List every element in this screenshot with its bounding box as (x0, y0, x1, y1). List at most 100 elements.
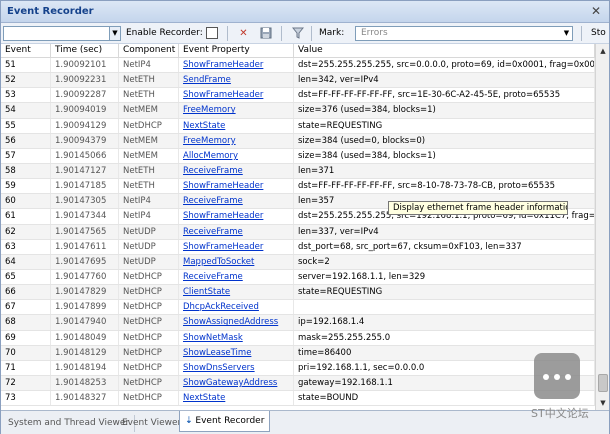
cell-component: NetDHCP (119, 330, 179, 345)
cell-event: 54 (1, 103, 51, 118)
cell-event-property[interactable]: ShowAssignedAddress (179, 315, 294, 330)
enable-recorder-checkbox[interactable] (206, 27, 218, 39)
cell-component: NetETH (119, 88, 179, 103)
table-row[interactable]: 52 1.90092231 NetETH SendFrame len=342, ver=… (1, 73, 595, 89)
save-icon[interactable] (259, 27, 272, 40)
cell-event-property[interactable]: ReceiveFrame (179, 163, 294, 179)
table-row[interactable]: 57 1.90145066 NetMEM AllocMemory size=384 (u… (1, 148, 595, 164)
table-row[interactable]: 58 1.90147127 NetETH ReceiveFrame len=371 (1, 163, 595, 180)
dropdown-arrow-icon[interactable]: ▼ (109, 27, 120, 40)
table-row[interactable]: 68 1.90147940 NetDHCP ShowAssignedAddress ip… (1, 315, 595, 331)
dropdown-arrow-icon[interactable]: ▼ (561, 27, 572, 40)
cell-event-property[interactable]: ShowNetMask (179, 330, 294, 345)
cell-event-property[interactable]: ShowDnsServers (179, 360, 294, 375)
tab-event-recorder[interactable]: ⇣ Event Recorder (179, 411, 271, 432)
table-row[interactable]: 56 1.90094379 NetMEM FreeMemory size=384 (us… (1, 133, 595, 149)
cell-time: 1.90148194 (51, 360, 119, 375)
cell-time: 1.90147185 (51, 179, 119, 194)
clear-icon[interactable]: ✕ (237, 27, 250, 40)
table-row[interactable]: 51 1.90092101 NetIP4 ShowFrameHeader dst=255… (1, 58, 595, 74)
cell-event-property[interactable]: ShowGatewayAddress (179, 375, 294, 391)
toolbar-separator (227, 26, 228, 41)
column-header-time[interactable]: Time (sec) (51, 44, 119, 57)
cell-time: 1.90147127 (51, 163, 119, 179)
cell-event-property[interactable]: ShowFrameHeader (179, 209, 294, 224)
table-row[interactable]: 63 1.90147611 NetUDP ShowFrameHeader dst_por… (1, 239, 595, 255)
tab-event-viewer[interactable]: Event Viewer (117, 415, 188, 432)
recorder-combo[interactable]: ▼ (3, 26, 121, 41)
stop-button[interactable]: Sto (591, 28, 606, 38)
scroll-up-icon[interactable]: ▲ (597, 45, 609, 57)
toolbar: ▼ Enable Recorder: ✕ Mark: Errors ▼ Sto (1, 23, 609, 44)
table-row[interactable]: 59 1.90147185 NetETH ShowFrameHeader dst=FF-… (1, 179, 595, 195)
cell-event-property[interactable]: NextState (179, 118, 294, 133)
cell-event: 66 (1, 285, 51, 300)
table-row[interactable]: 64 1.90147695 NetUDP MappedToSocket sock=2 (1, 254, 595, 270)
cell-event-property[interactable]: ReceiveFrame (179, 224, 294, 239)
cell-component: NetDHCP (119, 269, 179, 285)
column-header-component[interactable]: Component (119, 44, 179, 57)
cell-event-property[interactable]: NextState (179, 391, 294, 406)
cell-event: 51 (1, 58, 51, 73)
cell-event: 65 (1, 269, 51, 285)
cell-event-property[interactable]: AllocMemory (179, 148, 294, 163)
cell-event-property[interactable]: DhcpAckReceived (179, 300, 294, 315)
cell-event: 59 (1, 179, 51, 194)
toolbar-separator (581, 26, 582, 41)
filter-icon[interactable] (291, 27, 304, 40)
cell-time: 1.90147760 (51, 269, 119, 285)
cell-event: 64 (1, 254, 51, 269)
cell-time: 1.90092101 (51, 58, 119, 73)
table-row[interactable]: 53 1.90092287 NetETH ShowFrameHeader dst=FF-… (1, 88, 595, 104)
table-row[interactable]: 54 1.90094019 NetMEM FreeMemory size=376 (us… (1, 103, 595, 119)
cell-value: state=REQUESTING (294, 285, 595, 300)
cell-event-property[interactable]: ShowFrameHeader (179, 88, 294, 103)
cell-event-property[interactable]: ShowFrameHeader (179, 179, 294, 194)
cell-event-property[interactable]: ShowFrameHeader (179, 58, 294, 73)
cell-event: 70 (1, 345, 51, 360)
cell-event-property[interactable]: ShowFrameHeader (179, 239, 294, 254)
cell-event-property[interactable]: FreeMemory (179, 103, 294, 118)
cell-value: dst_port=68, src_port=67, cksum=0xF103, … (294, 239, 595, 254)
close-icon[interactable]: ✕ (591, 4, 601, 18)
cell-event-property[interactable]: ReceiveFrame (179, 194, 294, 209)
tab-system-thread-viewer[interactable]: System and Thread Viewer (3, 415, 136, 432)
cell-event-property[interactable]: ClientState (179, 285, 294, 300)
cell-component: NetMEM (119, 103, 179, 118)
cell-event-property[interactable]: ReceiveFrame (179, 269, 294, 285)
event-recorder-tab-icon: ⇣ (185, 416, 193, 426)
cell-value: size=384 (used=384, blocks=1) (294, 148, 595, 163)
table-row[interactable]: 67 1.90147899 NetDHCP DhcpAckReceived (1, 300, 595, 316)
table-row[interactable]: 69 1.90148049 NetDHCP ShowNetMask mask=255.2… (1, 330, 595, 346)
cell-event: 53 (1, 88, 51, 103)
cell-component: NetMEM (119, 148, 179, 163)
table-row[interactable]: 66 1.90147829 NetDHCP ClientState state=REQU… (1, 285, 595, 301)
table-row[interactable]: 65 1.90147760 NetDHCP ReceiveFrame server=19… (1, 269, 595, 286)
cell-event-property[interactable]: MappedToSocket (179, 254, 294, 269)
table-row[interactable]: 70 1.90148129 NetDHCP ShowLeaseTime time=864… (1, 345, 595, 361)
mark-select[interactable]: Errors ▼ (355, 26, 573, 41)
table-row[interactable]: 62 1.90147565 NetUDP ReceiveFrame len=337, v… (1, 224, 595, 240)
toolbar-separator (311, 26, 312, 41)
cell-component: NetDHCP (119, 285, 179, 300)
cell-value: ip=192.168.1.4 (294, 315, 595, 330)
column-header-event-property[interactable]: Event Property (179, 44, 294, 57)
cell-event: 69 (1, 330, 51, 345)
column-header-value[interactable]: Value (294, 44, 595, 57)
table-row[interactable]: 71 1.90148194 NetDHCP ShowDnsServers pri=192… (1, 360, 595, 376)
cell-time: 1.90147305 (51, 194, 119, 209)
cell-event: 61 (1, 209, 51, 224)
table-row[interactable]: 72 1.90148253 NetDHCP ShowGatewayAddress gat… (1, 375, 595, 392)
table-row[interactable]: 55 1.90094129 NetDHCP NextState state=REQUES… (1, 118, 595, 134)
cell-event: 55 (1, 118, 51, 133)
cell-event-property[interactable]: FreeMemory (179, 133, 294, 148)
event-recorder-window: Event Recorder ✕ ▼ Enable Recorder: ✕ Ma… (0, 0, 610, 434)
table-row[interactable]: 73 1.90148327 NetDHCP NextState state=BOUND (1, 391, 595, 407)
cell-time: 1.90148049 (51, 330, 119, 345)
column-header-event[interactable]: Event (1, 44, 51, 57)
event-table: Event Time (sec) Component Event Propert… (1, 44, 595, 410)
cell-event-property[interactable]: ShowLeaseTime (179, 345, 294, 360)
cell-time: 1.90147695 (51, 254, 119, 269)
watermark-dot (543, 374, 549, 380)
cell-event-property[interactable]: SendFrame (179, 73, 294, 88)
